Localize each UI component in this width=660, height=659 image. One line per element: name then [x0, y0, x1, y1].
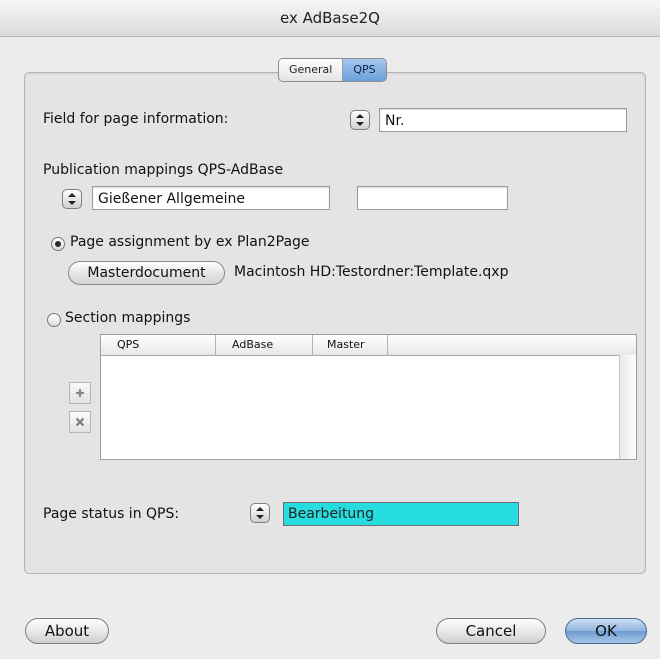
- column-adbase[interactable]: AdBase: [216, 335, 313, 355]
- x-icon: [75, 417, 85, 427]
- section-mappings-table[interactable]: QPS AdBase Master: [100, 334, 637, 460]
- updown-arrows-icon: [256, 507, 264, 519]
- tab-general[interactable]: General: [279, 59, 342, 81]
- radio-selected-dot: [55, 241, 61, 247]
- page-info-field[interactable]: Nr.: [379, 108, 627, 132]
- section-mappings-radio[interactable]: [47, 313, 61, 327]
- publication-qps-field[interactable]: Gießener Allgemeine: [92, 186, 330, 210]
- master-path: Macintosh HD:Testordner:Template.qxp: [234, 264, 509, 280]
- page-assignment-radio[interactable]: [51, 237, 65, 251]
- cancel-button[interactable]: Cancel: [436, 618, 546, 644]
- publication-adbase-field[interactable]: [357, 186, 508, 210]
- masterdocument-button[interactable]: Masterdocument: [68, 261, 225, 285]
- publication-popup[interactable]: [62, 189, 82, 209]
- page-info-label: Field for page information:: [43, 111, 229, 127]
- table-header: QPS AdBase Master: [101, 335, 636, 356]
- plus-icon: [76, 389, 84, 397]
- updown-arrows-icon: [68, 193, 76, 205]
- page-status-popup[interactable]: [250, 503, 270, 523]
- page-status-label: Page status in QPS:: [43, 506, 180, 522]
- updown-arrows-icon: [356, 114, 364, 126]
- window-title-bar: ex AdBase2Q: [0, 0, 660, 37]
- table-scrollbar[interactable]: [619, 355, 636, 459]
- window-title: ex AdBase2Q: [279, 9, 380, 27]
- remove-row-button[interactable]: [69, 411, 91, 433]
- page-status-field[interactable]: Bearbeitung: [283, 502, 519, 526]
- column-master[interactable]: Master: [313, 335, 388, 355]
- section-mappings-label: Section mappings: [65, 310, 191, 326]
- page-info-popup[interactable]: [350, 110, 370, 130]
- publication-label: Publication mappings QPS-AdBase: [43, 162, 284, 178]
- page-assignment-label: Page assignment by ex Plan2Page: [70, 234, 310, 250]
- tab-qps[interactable]: QPS: [342, 59, 386, 81]
- about-button[interactable]: About: [25, 618, 109, 644]
- add-row-button[interactable]: [69, 382, 91, 404]
- column-qps[interactable]: QPS: [101, 335, 216, 355]
- ok-button[interactable]: OK: [565, 618, 647, 644]
- tab-bar: General QPS: [278, 58, 387, 82]
